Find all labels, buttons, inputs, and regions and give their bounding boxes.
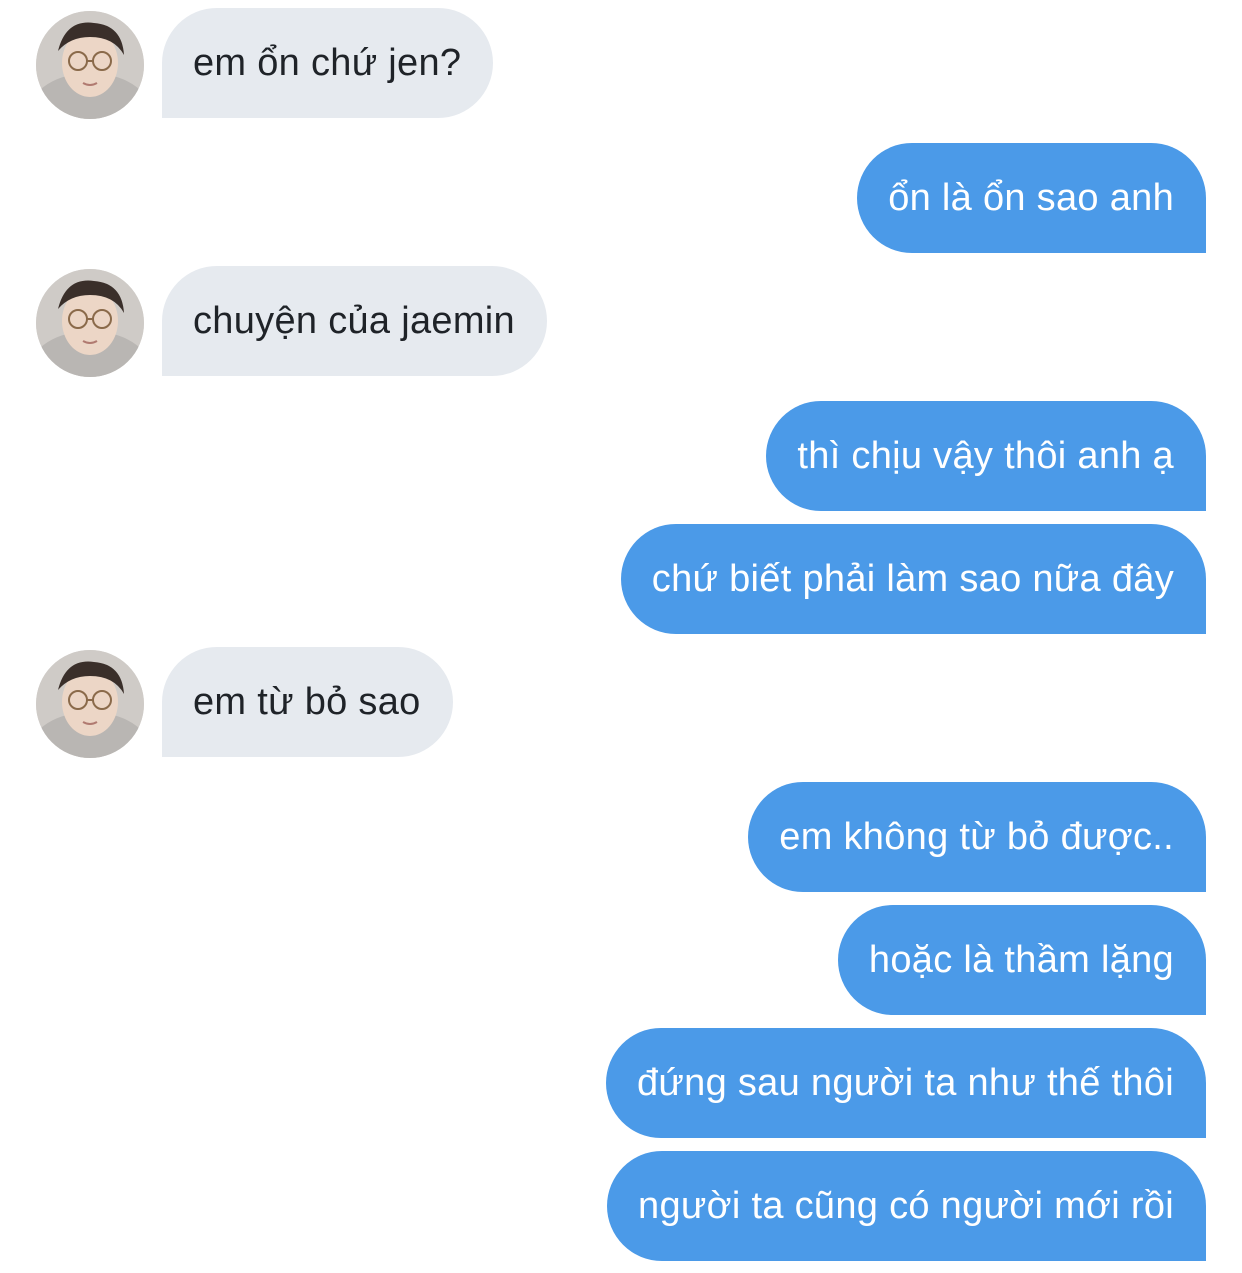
- message-bubble-outgoing[interactable]: thì chịu vậy thôi anh ạ: [766, 401, 1206, 511]
- message-bubble-outgoing[interactable]: em không từ bỏ được..: [748, 782, 1206, 892]
- message-text: chứ biết phải làm sao nữa đây: [651, 558, 1174, 600]
- message-bubble-outgoing[interactable]: hoặc là thầm lặng: [837, 905, 1206, 1015]
- contact-avatar[interactable]: [36, 269, 144, 377]
- contact-avatar[interactable]: [36, 11, 144, 119]
- message-text: hoặc là thầm lặng: [868, 939, 1174, 981]
- message-bubble-incoming[interactable]: em từ bỏ sao: [162, 647, 453, 757]
- message-text: chuyện của jaemin: [193, 300, 515, 342]
- avatar-photo-icon: [36, 650, 144, 758]
- message-bubble-incoming[interactable]: chuyện của jaemin: [162, 266, 547, 376]
- message-text: ổn là ổn sao anh: [888, 177, 1174, 219]
- message-bubble-outgoing[interactable]: chứ biết phải làm sao nữa đây: [620, 524, 1206, 634]
- avatar-photo-icon: [36, 269, 144, 377]
- message-text: người ta cũng có người mới rồi: [638, 1185, 1174, 1227]
- contact-avatar[interactable]: [36, 650, 144, 758]
- chat-thread[interactable]: em ổn chứ jen? ổn là ổn sao anh chuyện c…: [0, 0, 1242, 1273]
- message-bubble-outgoing[interactable]: người ta cũng có người mới rồi: [607, 1151, 1206, 1261]
- message-bubble-outgoing[interactable]: ổn là ổn sao anh: [857, 143, 1206, 253]
- message-text: đứng sau người ta như thế thôi: [636, 1062, 1174, 1104]
- message-text: em không từ bỏ được..: [779, 816, 1174, 858]
- avatar-photo-icon: [36, 11, 144, 119]
- message-text: thì chịu vậy thôi anh ạ: [797, 435, 1174, 477]
- message-bubble-outgoing[interactable]: đứng sau người ta như thế thôi: [605, 1028, 1206, 1138]
- message-text: em ổn chứ jen?: [193, 42, 462, 84]
- message-bubble-incoming[interactable]: em ổn chứ jen?: [162, 8, 494, 118]
- message-text: em từ bỏ sao: [193, 681, 421, 723]
